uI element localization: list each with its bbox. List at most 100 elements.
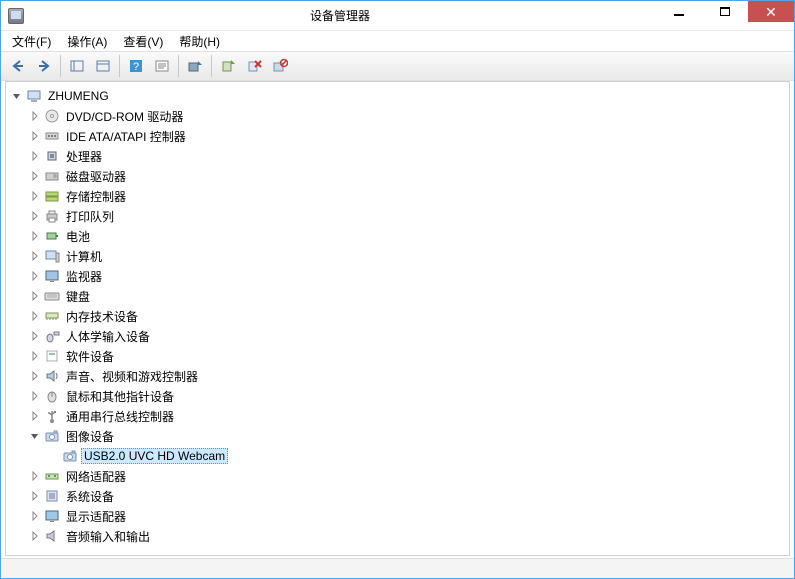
close-button[interactable]: ✕	[748, 1, 794, 22]
collapse-icon[interactable]	[10, 89, 24, 103]
tree-item[interactable]: 监视器	[28, 266, 789, 286]
tree-item[interactable]: 音频输入和输出	[28, 526, 789, 546]
memory-icon	[44, 308, 60, 324]
expand-icon[interactable]	[28, 149, 42, 163]
tree-item-label: ZHUMENG	[45, 88, 112, 104]
expand-icon[interactable]	[28, 169, 42, 183]
tree-item[interactable]: 磁盘驱动器	[28, 166, 789, 186]
tree-item[interactable]: 键盘	[28, 286, 789, 306]
help-button[interactable]: ?	[124, 54, 148, 78]
forward-button[interactable]	[32, 54, 56, 78]
disable-button[interactable]	[268, 54, 292, 78]
tree-item[interactable]: 网络适配器	[28, 466, 789, 486]
show-hide-console-button[interactable]	[65, 54, 89, 78]
expand-icon[interactable]	[28, 489, 42, 503]
expand-icon[interactable]	[28, 189, 42, 203]
menu-action[interactable]: 操作(A)	[59, 31, 115, 52]
expand-icon[interactable]	[28, 509, 42, 523]
tree-item-label: USB2.0 UVC HD Webcam	[81, 448, 228, 464]
expand-icon[interactable]	[28, 369, 42, 383]
tree-item[interactable]: 内存技术设备	[28, 306, 789, 326]
tree-item[interactable]: 系统设备	[28, 486, 789, 506]
menu-file[interactable]: 文件(F)	[4, 31, 59, 52]
tree-item-label: 内存技术设备	[63, 307, 141, 326]
expand-icon[interactable]	[28, 389, 42, 403]
battery-icon	[44, 228, 60, 244]
tree-item[interactable]: 打印队列	[28, 206, 789, 226]
collapse-icon[interactable]	[28, 429, 42, 443]
device-manager-window: 设备管理器 ✕ 文件(F) 操作(A) 查看(V) 帮助(H) ? ZHUMEN…	[0, 0, 795, 579]
tree-item[interactable]: 处理器	[28, 146, 789, 166]
expand-spacer	[46, 449, 60, 463]
svg-text:?: ?	[133, 61, 139, 73]
minimize-button[interactable]	[656, 1, 702, 22]
uninstall-button[interactable]	[242, 54, 266, 78]
scan-hardware-button[interactable]	[183, 54, 207, 78]
tree-item-label: 磁盘驱动器	[63, 167, 129, 186]
cpu-icon	[44, 148, 60, 164]
tree-item[interactable]: IDE ATA/ATAPI 控制器	[28, 126, 789, 146]
disk-icon	[44, 168, 60, 184]
tree-item-label: 显示适配器	[63, 507, 129, 526]
expand-icon[interactable]	[28, 349, 42, 363]
expand-icon[interactable]	[28, 329, 42, 343]
tree-item-label: 软件设备	[63, 347, 117, 366]
expand-icon[interactable]	[28, 269, 42, 283]
tree-item[interactable]: 鼠标和其他指针设备	[28, 386, 789, 406]
tree-item-label: 音频输入和输出	[63, 527, 153, 546]
menu-help[interactable]: 帮助(H)	[171, 31, 228, 52]
expand-icon[interactable]	[28, 209, 42, 223]
expand-icon[interactable]	[28, 109, 42, 123]
tree-item-label: 人体学输入设备	[63, 327, 153, 346]
expand-icon[interactable]	[28, 469, 42, 483]
hid-icon	[44, 328, 60, 344]
usb-icon	[44, 408, 60, 424]
tree-item[interactable]: 图像设备	[28, 426, 789, 446]
expand-icon[interactable]	[28, 249, 42, 263]
menubar: 文件(F) 操作(A) 查看(V) 帮助(H)	[1, 30, 794, 51]
tree-item-label: 监视器	[63, 267, 105, 286]
tree-item[interactable]: 通用串行总线控制器	[28, 406, 789, 426]
monitor-icon	[44, 268, 60, 284]
update-driver-button[interactable]	[216, 54, 240, 78]
client-area: ZHUMENG DVD/CD-ROM 驱动器IDE ATA/ATAPI 控制器处理…	[5, 81, 790, 556]
device-tree[interactable]: ZHUMENG DVD/CD-ROM 驱动器IDE ATA/ATAPI 控制器处理…	[6, 82, 789, 555]
tree-item[interactable]: USB2.0 UVC HD Webcam	[46, 446, 789, 466]
tree-item[interactable]: ZHUMENG	[10, 86, 789, 106]
tree-item-label: 计算机	[63, 247, 105, 266]
tree-item-label: 声音、视频和游戏控制器	[63, 367, 201, 386]
expand-icon[interactable]	[28, 129, 42, 143]
back-button[interactable]	[6, 54, 30, 78]
tree-item[interactable]: 人体学输入设备	[28, 326, 789, 346]
app-icon	[8, 8, 24, 24]
expand-icon[interactable]	[28, 409, 42, 423]
tree-item[interactable]: 软件设备	[28, 346, 789, 366]
tree-item[interactable]: 存储控制器	[28, 186, 789, 206]
sound-icon	[44, 368, 60, 384]
storage-icon	[44, 188, 60, 204]
properties-button-2[interactable]	[91, 54, 115, 78]
expand-icon[interactable]	[28, 289, 42, 303]
expand-icon[interactable]	[28, 309, 42, 323]
tree-item-label: 图像设备	[63, 427, 117, 446]
maximize-button[interactable]	[702, 1, 748, 22]
tree-item[interactable]: DVD/CD-ROM 驱动器	[28, 106, 789, 126]
tree-item-label: 系统设备	[63, 487, 117, 506]
expand-icon[interactable]	[28, 229, 42, 243]
menu-view[interactable]: 查看(V)	[115, 31, 171, 52]
tree-item-label: 键盘	[63, 287, 93, 306]
expand-icon[interactable]	[28, 529, 42, 543]
tree-item[interactable]: 显示适配器	[28, 506, 789, 526]
tree-item-label: 网络适配器	[63, 467, 129, 486]
tree-item[interactable]: 声音、视频和游戏控制器	[28, 366, 789, 386]
display-icon	[44, 508, 60, 524]
tree-item-label: IDE ATA/ATAPI 控制器	[63, 127, 189, 146]
tree-item-label: 处理器	[63, 147, 105, 166]
network-icon	[44, 468, 60, 484]
tree-item[interactable]: 电池	[28, 226, 789, 246]
titlebar[interactable]: 设备管理器 ✕	[1, 1, 794, 30]
properties-button[interactable]	[150, 54, 174, 78]
system-icon	[44, 488, 60, 504]
tree-item[interactable]: 计算机	[28, 246, 789, 266]
ide-icon	[44, 128, 60, 144]
